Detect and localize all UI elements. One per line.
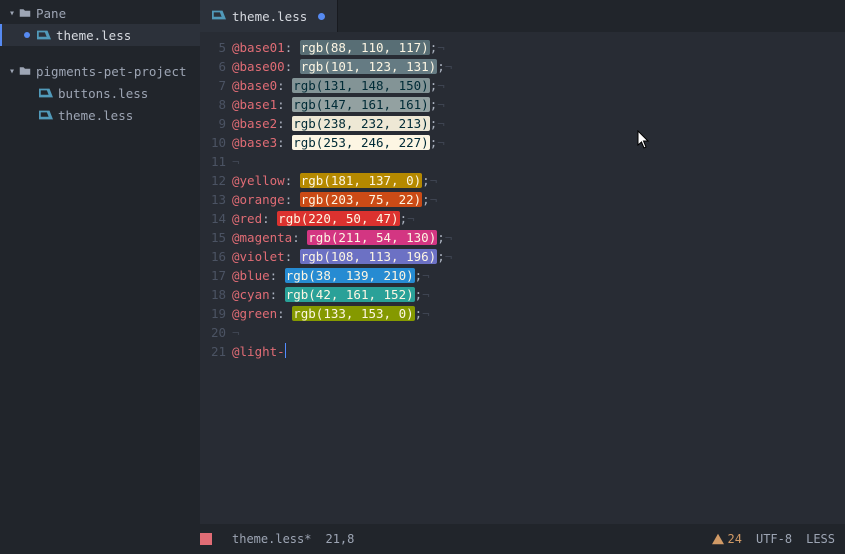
modified-indicator-icon <box>318 13 325 20</box>
tree-item-theme-less-2[interactable]: theme.less <box>0 104 200 126</box>
status-grammar[interactable]: LESS <box>806 532 835 546</box>
code-line[interactable]: @light- <box>232 342 452 361</box>
status-bar: theme.less* 21,8 24 UTF-8 LESS <box>0 524 845 554</box>
status-encoding[interactable]: UTF-8 <box>756 532 792 546</box>
folder-icon <box>19 65 31 77</box>
less-file-icon <box>212 8 226 25</box>
text-editor[interactable]: 56789101112131415161718192021 @base01: r… <box>200 32 845 524</box>
code-line[interactable]: ¬ <box>232 152 452 171</box>
status-cursor-position[interactable]: 21,8 <box>325 532 354 546</box>
tree-view[interactable]: ▾ Pane theme.less ▾ pigments-pet-project <box>0 0 200 524</box>
status-filename[interactable]: theme.less* <box>232 532 311 546</box>
code-line[interactable]: @base0: rgb(131, 148, 150);¬ <box>232 76 452 95</box>
tree-item-label: theme.less <box>56 28 131 43</box>
less-file-icon <box>39 108 53 122</box>
code-line[interactable]: ¬ <box>232 323 452 342</box>
pigments-swatch-icon[interactable] <box>200 533 212 545</box>
code-line[interactable]: @base01: rgb(88, 110, 117);¬ <box>232 38 452 57</box>
tree-pane-label: Pane <box>36 6 66 21</box>
code-line[interactable]: @green: rgb(133, 153, 0);¬ <box>232 304 452 323</box>
tree-item-label: buttons.less <box>58 86 148 101</box>
warnings-count: 24 <box>728 532 742 546</box>
tree-item-buttons-less[interactable]: buttons.less <box>0 82 200 104</box>
tree-project-label: pigments-pet-project <box>36 64 187 79</box>
tab-bar[interactable]: theme.less <box>200 0 845 32</box>
folder-icon <box>19 7 31 19</box>
chevron-down-icon: ▾ <box>6 8 18 19</box>
code-line[interactable]: @orange: rgb(203, 75, 22);¬ <box>232 190 452 209</box>
linter-warnings[interactable]: 24 <box>712 532 742 546</box>
code-area[interactable]: @base01: rgb(88, 110, 117);¬@base00: rgb… <box>232 32 452 524</box>
less-file-icon <box>37 28 51 42</box>
less-file-icon <box>39 86 53 100</box>
modified-indicator-icon <box>24 32 30 38</box>
code-line[interactable]: @violet: rgb(108, 113, 196);¬ <box>232 247 452 266</box>
code-line[interactable]: @cyan: rgb(42, 161, 152);¬ <box>232 285 452 304</box>
code-line[interactable]: @blue: rgb(38, 139, 210);¬ <box>232 266 452 285</box>
tree-pane-header[interactable]: ▾ Pane <box>0 2 200 24</box>
tab-theme-less[interactable]: theme.less <box>200 0 338 32</box>
tree-item-theme-less[interactable]: theme.less <box>0 24 200 46</box>
code-line[interactable]: @base3: rgb(253, 246, 227);¬ <box>232 133 452 152</box>
line-number-gutter: 56789101112131415161718192021 <box>200 32 232 524</box>
code-line[interactable]: @yellow: rgb(181, 137, 0);¬ <box>232 171 452 190</box>
chevron-down-icon: ▾ <box>6 66 18 77</box>
tree-item-label: theme.less <box>58 108 133 123</box>
tab-label: theme.less <box>232 9 307 24</box>
code-line[interactable]: @base00: rgb(101, 123, 131);¬ <box>232 57 452 76</box>
code-line[interactable]: @red: rgb(220, 50, 47);¬ <box>232 209 452 228</box>
code-line[interactable]: @base1: rgb(147, 161, 161);¬ <box>232 95 452 114</box>
tree-project-header[interactable]: ▾ pigments-pet-project <box>0 60 200 82</box>
code-line[interactable]: @magenta: rgb(211, 54, 130);¬ <box>232 228 452 247</box>
code-line[interactable]: @base2: rgb(238, 232, 213);¬ <box>232 114 452 133</box>
